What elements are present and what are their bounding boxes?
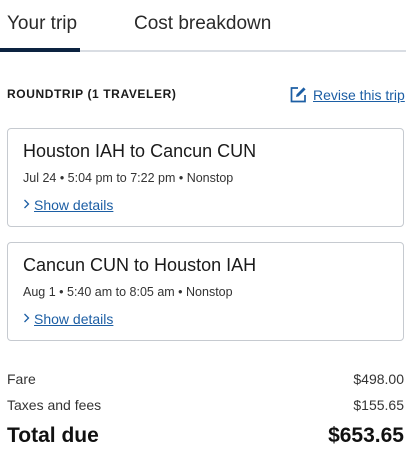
total-row: Total due $653.65: [7, 424, 404, 448]
trip-type-label: ROUNDTRIP (1 TRAVELER): [7, 87, 177, 101]
taxes-value: $155.65: [353, 397, 404, 413]
revise-trip-label[interactable]: Revise this trip: [313, 87, 405, 103]
fare-row: Fare $498.00: [7, 371, 404, 387]
active-tab-indicator: [0, 48, 80, 52]
edit-icon: [289, 85, 308, 104]
tab-your-trip[interactable]: Your trip: [7, 13, 77, 35]
show-details-link[interactable]: Show details: [23, 311, 113, 327]
flight-route: Cancun CUN to Houston IAH: [23, 255, 257, 275]
total-due-label: Total due: [7, 424, 99, 447]
fare-value: $498.00: [353, 371, 404, 387]
tab-cost-breakdown[interactable]: Cost breakdown: [134, 13, 271, 35]
show-details-label[interactable]: Show details: [34, 197, 113, 213]
taxes-label: Taxes and fees: [7, 397, 102, 413]
flight-card-outbound: Houston IAH to Cancun CUN Jul 24 • 5:04 …: [7, 128, 404, 227]
show-details-link[interactable]: Show details: [23, 197, 113, 213]
chevron-right-icon: [23, 312, 30, 326]
show-details-label[interactable]: Show details: [34, 311, 113, 327]
flight-schedule: Aug 1 • 5:40 am to 8:05 am • Nonstop: [23, 285, 233, 299]
total-due-value: $653.65: [328, 424, 404, 447]
tab-bar: Your trip Cost breakdown: [0, 0, 406, 52]
revise-trip-link[interactable]: Revise this trip: [289, 85, 405, 104]
flight-schedule: Jul 24 • 5:04 pm to 7:22 pm • Nonstop: [23, 171, 234, 185]
flight-card-return: Cancun CUN to Houston IAH Aug 1 • 5:40 a…: [7, 242, 404, 341]
flight-route: Houston IAH to Cancun CUN: [23, 141, 257, 161]
chevron-right-icon: [23, 198, 30, 212]
taxes-row: Taxes and fees $155.65: [7, 397, 404, 413]
fare-label: Fare: [7, 371, 36, 387]
